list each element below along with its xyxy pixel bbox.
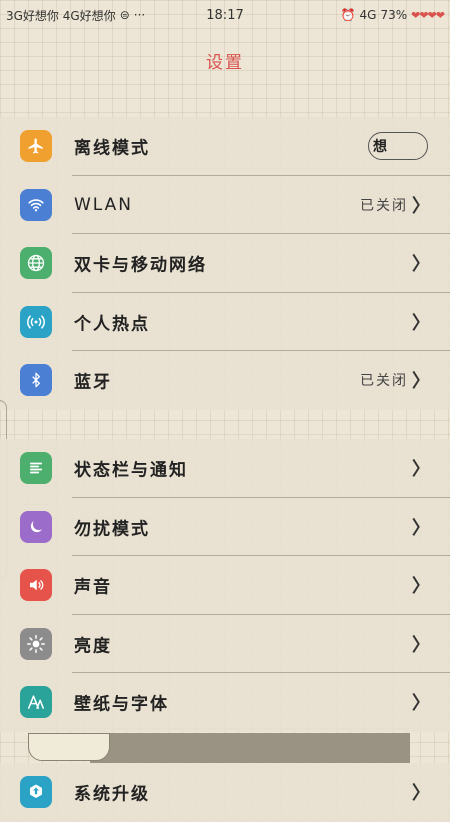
setting-value: 已关闭 <box>360 373 408 390</box>
setting-value: 已关闭 <box>360 197 408 214</box>
chevron-right-icon: 〉 <box>412 783 430 805</box>
settings-group-system: 系统升级 〉 <box>0 763 450 822</box>
chevron-right-icon: 〉 <box>412 576 430 598</box>
setting-do-not-disturb[interactable]: 勿扰模式 〉 <box>0 498 450 556</box>
network-type: 4G <box>359 8 377 22</box>
setting-hotspot[interactable]: 个人热点 〉 <box>0 293 450 351</box>
wallpaper-icon <box>20 686 52 719</box>
airplane-icon <box>20 130 52 163</box>
chevron-right-icon: 〉 <box>412 195 430 217</box>
moon-icon <box>20 510 52 543</box>
setting-system-upgrade[interactable]: 系统升级 〉 <box>0 763 450 822</box>
setting-label: 亮度 <box>74 636 112 657</box>
setting-bluetooth[interactable]: 蓝牙 已关闭 〉 <box>0 351 450 410</box>
setting-brightness[interactable]: 亮度 〉 <box>0 615 450 673</box>
setting-label: WLAN <box>74 194 134 215</box>
setting-label: 双卡与移动网络 <box>74 255 207 276</box>
hotspot-icon <box>20 305 52 338</box>
setting-label: 声音 <box>74 577 112 598</box>
battery-level: 73% <box>380 8 408 22</box>
sun-icon <box>20 627 52 660</box>
chevron-right-icon: 〉 <box>412 459 430 481</box>
alarm-icon: ⏰ <box>340 8 356 22</box>
chevron-right-icon: 〉 <box>412 371 430 393</box>
sync-icon: ⊜ <box>119 8 130 22</box>
chevron-right-icon: 〉 <box>412 634 430 656</box>
wallpaper-decoration <box>0 733 450 763</box>
chevron-right-icon: 〉 <box>412 312 430 334</box>
setting-label: 勿扰模式 <box>74 519 150 540</box>
title-bar: 设置 <box>0 30 450 90</box>
chevron-right-icon: 〉 <box>412 517 430 539</box>
setting-wlan[interactable]: WLAN 已关闭 〉 <box>0 176 450 234</box>
chevron-right-icon: 〉 <box>412 693 430 715</box>
setting-label: 个人热点 <box>74 314 150 335</box>
settings-group-display: 状态栏与通知 〉 勿扰模式 〉 声音 〉 亮度 〉 壁纸与字体 〉 <box>0 439 450 732</box>
setting-wallpaper-font[interactable]: 壁纸与字体 〉 <box>0 673 450 732</box>
setting-status-bar[interactable]: 状态栏与通知 〉 <box>0 439 450 498</box>
setting-sound[interactable]: 声音 〉 <box>0 556 450 615</box>
status-bar: 3G好想你 4G好想你 ⊜ ··· 18:17 ⏰ 4G 73% ❤❤❤❤ <box>0 0 450 30</box>
setting-offline-mode[interactable]: 离线模式 想 <box>0 117 450 176</box>
setting-label: 系统升级 <box>74 784 150 805</box>
upgrade-icon <box>20 776 52 809</box>
setting-label: 离线模式 <box>74 138 150 159</box>
setting-label: 壁纸与字体 <box>74 694 169 715</box>
signal-text: 3G好想你 4G好想你 <box>6 8 116 23</box>
page-title: 设置 <box>206 52 244 73</box>
notification-icon <box>20 452 52 485</box>
bluetooth-icon <box>20 364 52 397</box>
setting-dual-sim[interactable]: 双卡与移动网络 〉 <box>0 234 450 293</box>
wifi-icon <box>20 188 52 221</box>
battery-hearts-icon: ❤❤❤❤ <box>411 8 445 22</box>
speaker-icon <box>20 569 52 602</box>
globe-icon <box>20 247 52 280</box>
setting-label: 蓝牙 <box>74 372 112 393</box>
toggle-text: 想 <box>373 139 387 156</box>
chevron-right-icon: 〉 <box>412 254 430 276</box>
setting-label: 状态栏与通知 <box>74 460 188 481</box>
settings-group-network: 离线模式 想 WLAN 已关闭 〉 双卡与移动网络 〉 个人热点 〉 蓝牙 已关… <box>0 117 450 410</box>
more-dots: ··· <box>133 8 146 22</box>
offline-mode-toggle[interactable]: 想 <box>368 132 428 161</box>
